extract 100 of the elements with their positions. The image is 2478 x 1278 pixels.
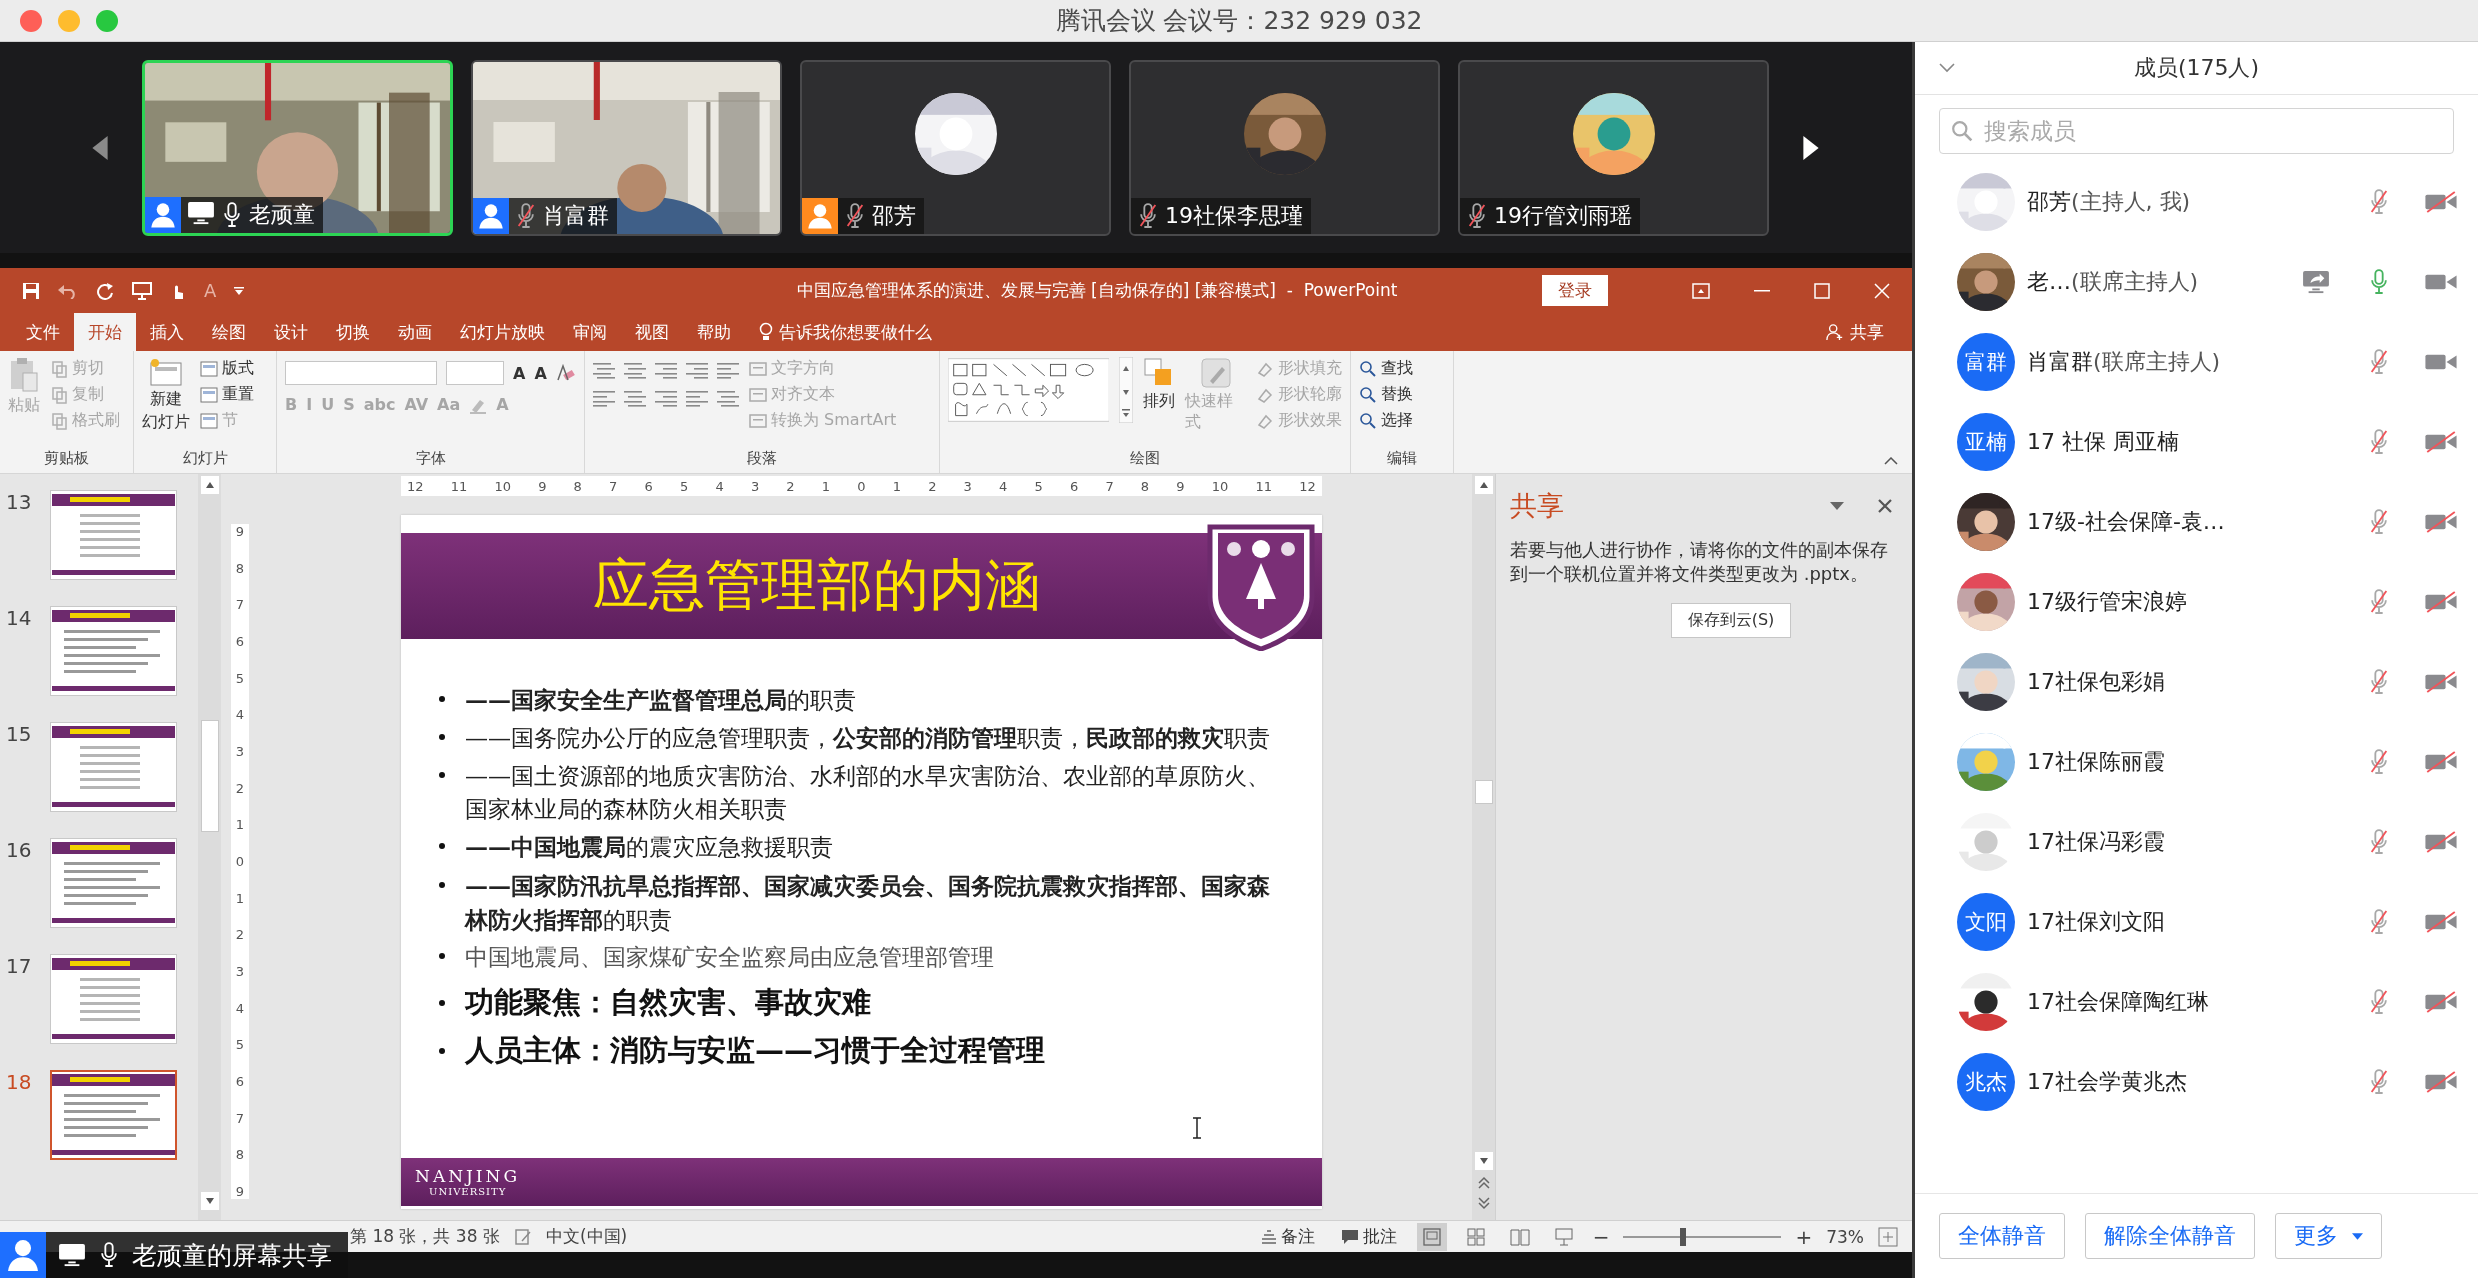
video-tile[interactable]: 邵芳	[800, 59, 1111, 236]
dropdown-caret-icon[interactable]	[1830, 502, 1844, 510]
scroll-up-icon[interactable]	[200, 476, 219, 494]
select-button[interactable]: 选择	[1359, 409, 1413, 432]
tell-me-field[interactable]: 告诉我你想要做什么	[745, 313, 946, 351]
next-page-icon[interactable]	[1803, 135, 1819, 160]
member-name: 17社保刘文阳	[2027, 908, 2166, 936]
bullet-text: ——中国地震局的震灾应急救援职责	[465, 832, 833, 863]
slide-thumbnail[interactable]	[50, 838, 177, 928]
scroll-down-icon[interactable]	[1474, 1152, 1493, 1170]
arrange-button[interactable]: 排列	[1143, 357, 1176, 412]
clear-formatting-icon[interactable]	[555, 364, 576, 382]
more-button[interactable]: 更多	[2275, 1213, 2382, 1259]
bullet-text: ——国家防汛抗旱总指挥部、国家减灾委员会、国务院抗震救灾指挥部、国家森林防火指挥部的职责	[465, 870, 1271, 936]
participant-name: 邵芳	[872, 201, 916, 230]
collapse-chevron-icon[interactable]	[1939, 63, 1955, 73]
zoom-slider-thumb[interactable]	[1680, 1227, 1687, 1246]
customize-caret-icon[interactable]	[234, 286, 245, 295]
undo-icon[interactable]	[58, 282, 78, 299]
numbering-icon[interactable]	[624, 361, 646, 379]
close-window-button[interactable]	[20, 9, 42, 32]
layout-icon	[200, 360, 218, 377]
comments-button[interactable]: 批注	[1334, 1224, 1403, 1249]
slide-thumbnail[interactable]	[50, 1070, 177, 1160]
justify-icon[interactable]	[686, 389, 708, 407]
reset-button[interactable]: 重置	[200, 383, 254, 406]
ribbon-tab[interactable]: 绘图	[198, 313, 260, 351]
minimize-icon[interactable]	[1754, 289, 1770, 292]
replace-button[interactable]: 替换	[1359, 383, 1413, 406]
columns-icon[interactable]	[717, 389, 739, 407]
slide-thumbnail[interactable]	[50, 606, 177, 696]
ribbon-tab[interactable]: 视图	[621, 313, 683, 351]
bullets-icon[interactable]	[593, 361, 615, 379]
member-name: 17级-社会保障-袁…	[2027, 508, 2226, 536]
maximize-icon[interactable]	[1814, 282, 1830, 299]
mute-button[interactable]: 全体静音	[1939, 1213, 2065, 1259]
normal-view-icon[interactable]	[1416, 1222, 1447, 1251]
previous-page-icon[interactable]	[92, 135, 108, 160]
decrease-indent-icon[interactable]	[655, 361, 677, 379]
ribbon-tab[interactable]: 文件	[12, 313, 74, 351]
scrollbar-thumb[interactable]	[1474, 780, 1493, 804]
align-left-icon[interactable]	[593, 389, 615, 407]
zoom-in-button[interactable]: +	[1795, 1224, 1813, 1249]
ruler-number: 10	[1211, 478, 1229, 494]
scroll-up-icon[interactable]	[1474, 476, 1493, 494]
save-icon[interactable]	[22, 281, 40, 300]
font-size-button[interactable]: A	[204, 280, 217, 301]
zoom-level[interactable]: 73%	[1826, 1226, 1864, 1247]
increase-indent-icon[interactable]	[686, 361, 708, 379]
slide-thumbnail[interactable]	[50, 954, 177, 1044]
find-button[interactable]: 查找	[1359, 357, 1413, 380]
gallery-scroll-icon[interactable]	[1119, 357, 1134, 423]
redo-icon[interactable]	[96, 281, 114, 300]
mute-button[interactable]: 解除全体静音	[2085, 1213, 2255, 1259]
previous-slide-icon[interactable]	[1476, 1176, 1491, 1190]
ribbon-tab[interactable]: 插入	[136, 313, 198, 351]
font-size-field[interactable]	[446, 361, 504, 385]
video-tile[interactable]: 19行管刘雨瑶	[1458, 59, 1769, 236]
save-to-cloud-button[interactable]: 保存到云(S)	[1670, 602, 1792, 638]
slide-thumbnail[interactable]	[50, 490, 177, 580]
video-tile[interactable]: 老顽童	[142, 59, 453, 236]
zoom-out-button[interactable]: −	[1592, 1224, 1610, 1249]
ribbon-tab[interactable]: 帮助	[683, 313, 745, 351]
ribbon-tab[interactable]: 开始	[74, 313, 136, 351]
ribbon-tab[interactable]: 审阅	[559, 313, 621, 351]
video-tile[interactable]: 19社保李思瑾	[1129, 59, 1440, 236]
scroll-down-icon[interactable]	[200, 1192, 219, 1210]
share-button[interactable]: 共享	[1810, 313, 1900, 351]
member-name: 邵芳(主持人, 我)	[2027, 188, 2192, 216]
sign-in-button[interactable]: 登录	[1542, 275, 1608, 306]
collapse-ribbon-icon[interactable]	[1884, 457, 1898, 465]
new-slide-button[interactable]: 新建 幻灯片	[142, 357, 190, 433]
ruler-number: 9	[235, 1183, 245, 1199]
slide-number: 18	[6, 1070, 28, 1094]
notes-button[interactable]: 备注	[1254, 1224, 1321, 1249]
line-spacing-icon[interactable]	[717, 361, 739, 379]
next-slide-icon[interactable]	[1476, 1196, 1491, 1210]
scrollbar-thumb[interactable]	[200, 720, 219, 832]
font-name-field[interactable]	[285, 361, 437, 385]
align-center-icon[interactable]	[624, 389, 646, 407]
bullet-icon	[439, 696, 445, 702]
slide-thumbnail[interactable]	[50, 722, 177, 812]
video-tile[interactable]: 肖富群	[471, 59, 782, 236]
proofing-icon[interactable]	[513, 1227, 532, 1246]
ribbon-tab[interactable]: 切换	[322, 313, 384, 351]
language-status[interactable]: 中文(中国)	[545, 1225, 628, 1248]
group-label: 字体	[414, 449, 447, 469]
shapes-gallery[interactable]	[948, 357, 1110, 423]
ruler-number: 4	[235, 1000, 245, 1016]
presentation-icon[interactable]	[132, 281, 152, 300]
align-right-icon[interactable]	[655, 389, 677, 407]
ruler-number: 0	[235, 853, 245, 869]
ribbon-tab[interactable]: 幻灯片放映	[446, 313, 559, 351]
close-icon[interactable]	[1878, 499, 1892, 513]
ribbon-tab[interactable]: 设计	[260, 313, 322, 351]
ribbon-display-icon[interactable]	[1692, 282, 1710, 299]
reset-icon	[200, 386, 218, 403]
search-field[interactable]: 搜索成员	[1939, 108, 2454, 154]
layout-button[interactable]: 版式	[200, 357, 254, 380]
ribbon-tab[interactable]: 动画	[384, 313, 446, 351]
